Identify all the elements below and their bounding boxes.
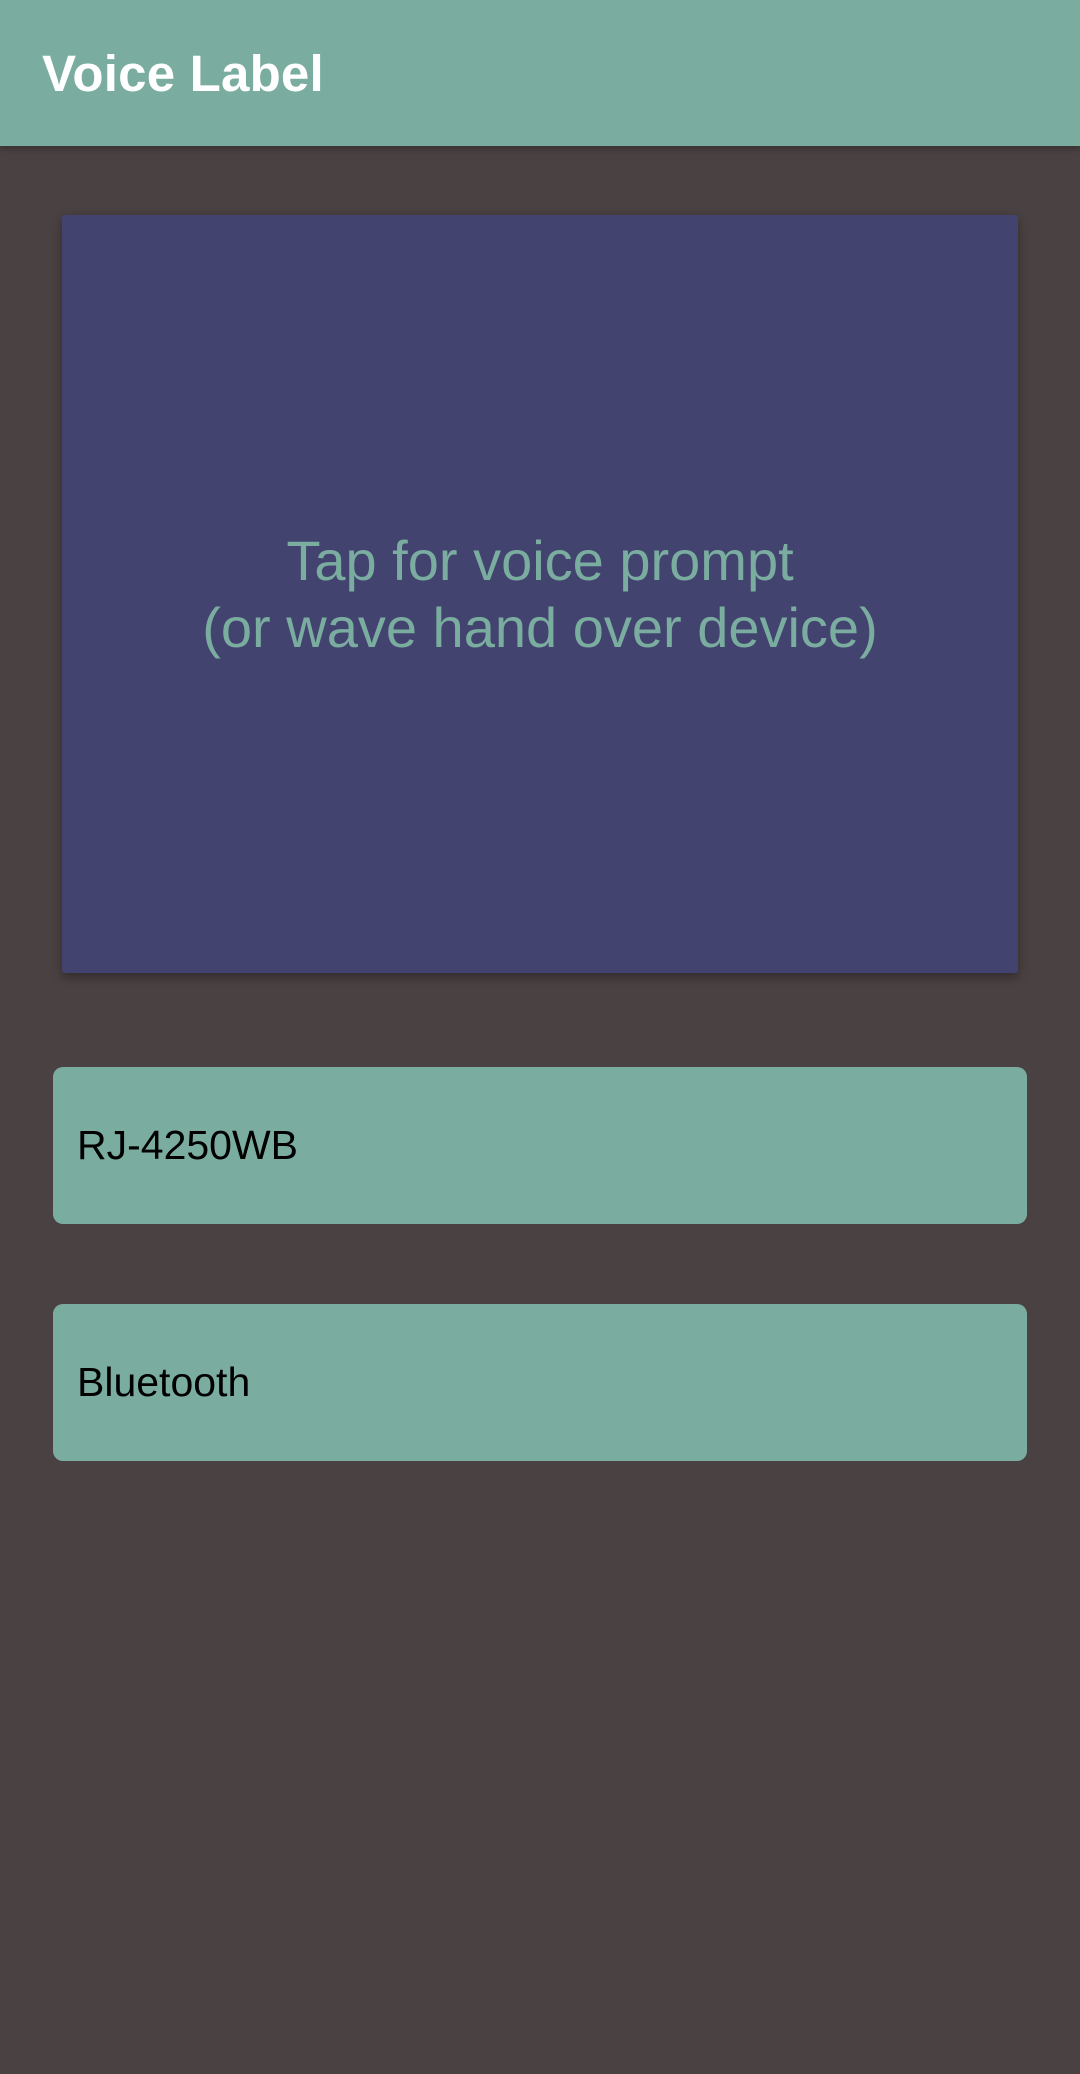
voice-prompt-line-2: (or wave hand over device) bbox=[202, 596, 878, 659]
connection-type-label: Bluetooth bbox=[77, 1359, 251, 1405]
voice-prompt-panel[interactable]: Tap for voice prompt (or wave hand over … bbox=[62, 215, 1018, 973]
app-title: Voice Label bbox=[42, 44, 324, 102]
connection-type-button[interactable]: Bluetooth bbox=[53, 1304, 1027, 1461]
voice-prompt-line-1: Tap for voice prompt bbox=[286, 529, 794, 592]
printer-model-label: RJ-4250WB bbox=[77, 1122, 299, 1168]
printer-model-button[interactable]: RJ-4250WB bbox=[53, 1067, 1027, 1224]
app-bar: Voice Label bbox=[0, 0, 1080, 146]
voice-prompt-text: Tap for voice prompt (or wave hand over … bbox=[202, 527, 877, 661]
